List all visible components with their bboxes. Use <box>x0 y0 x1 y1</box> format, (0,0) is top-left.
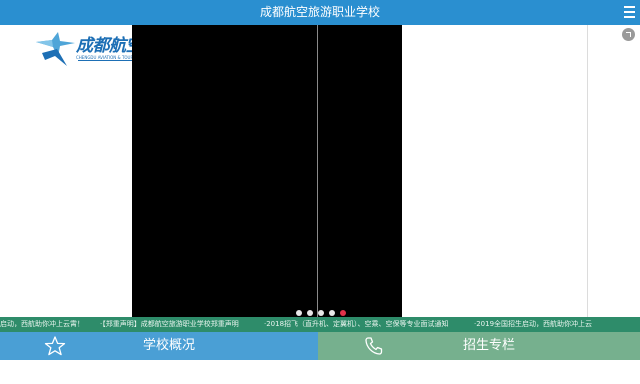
slider-dot[interactable] <box>307 310 313 316</box>
bottom-spacer <box>0 360 640 384</box>
slider-dot[interactable] <box>296 310 302 316</box>
slider-dots <box>296 310 346 316</box>
slider-dot[interactable] <box>318 310 324 316</box>
banner-slider[interactable] <box>132 25 402 317</box>
ticker-item[interactable]: 启动，西航助你冲上云霄！ <box>0 317 84 332</box>
back-to-top-icon[interactable] <box>622 28 635 41</box>
school-overview-button[interactable]: 学校概况 <box>110 332 318 360</box>
ticker-item[interactable]: ·【郑重声明】成都航空旅游职业学校郑重声明 <box>100 317 239 332</box>
news-ticker: 启动，西航助你冲上云霄！ ·【郑重声明】成都航空旅游职业学校郑重声明 ·2018… <box>0 317 640 332</box>
star-icon <box>44 336 66 356</box>
slider-divider <box>317 25 318 317</box>
ticker-item[interactable]: ·2019全国招生启动，西航助你冲上云 <box>474 317 592 332</box>
favorite-button[interactable] <box>0 332 110 360</box>
school-overview-label: 学校概况 <box>143 338 196 353</box>
bottom-nav: 学校概况 招生专栏 <box>0 332 640 360</box>
slider-dot[interactable] <box>329 310 335 316</box>
slider-dot-active[interactable] <box>340 310 346 316</box>
admissions-label: 招生专栏 <box>463 338 516 353</box>
phone-button[interactable] <box>318 332 402 360</box>
plane-emblem-icon <box>36 32 75 66</box>
page: 成都航空旅游职业学校 成都航空旅游职业学校 CHENGDU AVIATION &… <box>0 0 640 384</box>
page-title: 成都航空旅游职业学校 <box>259 5 380 19</box>
right-rail <box>587 25 588 359</box>
admissions-button[interactable]: 招生专栏 <box>402 332 640 360</box>
phone-icon <box>365 337 383 355</box>
menu-icon[interactable] <box>624 6 635 18</box>
header-bar: 成都航空旅游职业学校 <box>0 0 640 25</box>
ticker-item[interactable]: ·2018招飞（直升机、定翼机）、空乘、空保等专业面试通知 <box>264 317 449 332</box>
